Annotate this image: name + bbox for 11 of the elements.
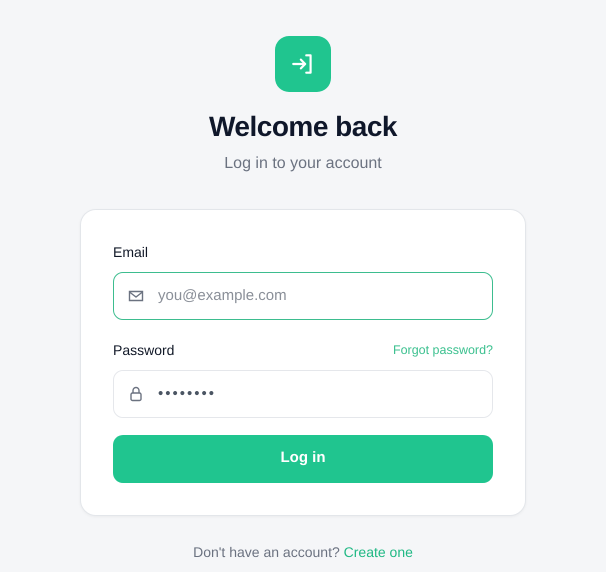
field-label: Password	[113, 340, 174, 360]
page-title: Welcome back	[208, 110, 398, 144]
login-button[interactable]: Log in	[113, 434, 493, 483]
create-account-link[interactable]: Create one	[344, 544, 413, 560]
forgot-password-link[interactable]: Forgot password?	[392, 340, 493, 360]
email-field[interactable]: you@example.com	[113, 272, 493, 320]
login-icon	[275, 36, 331, 92]
password-field[interactable]: ••••••••	[113, 370, 493, 418]
field-label: Email	[113, 242, 148, 262]
page-subtitle: Log in to your account	[224, 154, 382, 174]
signup-prompt: Don't have an account? Create one	[192, 542, 414, 562]
